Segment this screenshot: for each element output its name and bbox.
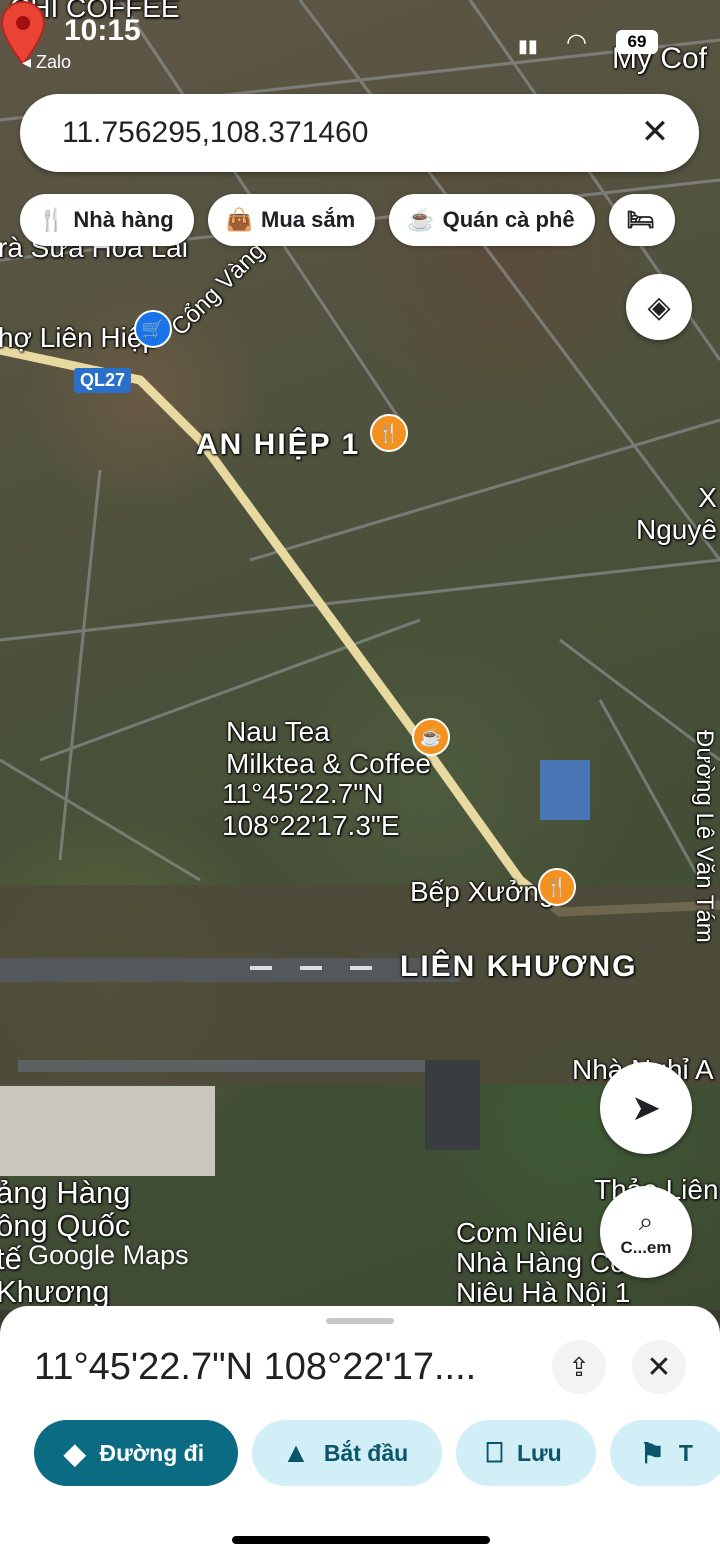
map-label-lien-khuong: LIÊN KHƯƠNG [400, 950, 638, 983]
shopping-bag-icon: 👜 [225, 207, 254, 232]
my-location-button[interactable]: ➤ [600, 1062, 692, 1154]
chip-label: Nhà hàng [73, 207, 174, 232]
flag-label: T [678, 1439, 693, 1466]
camera-search-icon: ⌕ [638, 1206, 654, 1236]
cafe-pin-icon[interactable]: ☕ [412, 718, 450, 756]
lens-label: C...em [620, 1238, 672, 1257]
close-sheet-button[interactable]: ✕ [632, 1340, 686, 1394]
sheet-drag-handle[interactable] [326, 1318, 394, 1324]
close-icon: ✕ [646, 1350, 672, 1384]
restaurant-pin-icon[interactable]: 🍴 [538, 868, 576, 906]
start-label: Bắt đầu [323, 1439, 409, 1466]
battery-indicator: 69 [616, 30, 658, 54]
map-label-le-van-tam: Đường Lê Văn Tám [691, 730, 718, 943]
status-time: 10:15 [64, 14, 141, 47]
place-coordinates-title: 11°45'22.7"N 108°22'17.... [34, 1346, 477, 1388]
flag-button[interactable]: ⚑ T [609, 1420, 720, 1486]
lens-button[interactable]: ⌕ C...em [600, 1186, 692, 1278]
share-icon: ⇪ [568, 1351, 590, 1382]
chip-shopping[interactable]: 👜 Mua sắm [207, 194, 376, 246]
chip-hotels[interactable]: 🛏 [608, 194, 675, 246]
shopping-cart-icon[interactable]: 🛒 [134, 310, 172, 348]
flag-icon: ⚑ [639, 1437, 665, 1469]
map-label-an-hiep: AN HIỆP 1 [196, 428, 361, 461]
map-label-nau-tea[interactable]: Nau Tea Milktea & Coffee [226, 716, 431, 780]
layers-icon: ◈ [647, 290, 671, 324]
back-to-app-link[interactable]: ◂ Zalo [22, 52, 71, 73]
navigation-arrow-icon: ➤ [630, 1087, 662, 1128]
bed-icon: 🛏 [626, 207, 655, 232]
status-bar: 10:15 ◂ Zalo ▮▮ ◠ 69 [0, 0, 720, 80]
pin-longitude-label: 108°22'17.3"E [222, 810, 400, 841]
chip-restaurants[interactable]: 🍴 Nhà hàng [20, 194, 194, 246]
directions-button[interactable]: ◆ Đường đi [34, 1420, 239, 1486]
start-button[interactable]: ▲ Bắt đầu [252, 1420, 443, 1486]
chip-label: Mua sắm [261, 207, 356, 232]
navigation-arrow-icon: ▲ [282, 1437, 310, 1468]
highway-shield: QL27 [74, 368, 132, 393]
chip-coffee[interactable]: ☕ Quán cà phê [389, 194, 595, 246]
coffee-cup-icon: ☕ [407, 207, 435, 232]
chip-label: Quán cà phê [442, 207, 575, 232]
share-button[interactable]: ⇪ [552, 1340, 606, 1394]
google-maps-watermark: Google Maps [28, 1240, 189, 1270]
wifi-icon: ◠ [566, 29, 587, 56]
home-indicator[interactable] [232, 1536, 490, 1544]
directions-icon: ◆ [64, 1437, 86, 1469]
place-bottom-sheet[interactable]: 11°45'22.7"N 108°22'17.... ⇪ ✕ ◆ Đường đ… [0, 1306, 720, 1557]
search-query[interactable]: 11.756295,108.371460 [62, 116, 368, 150]
signal-icon: ▮▮ [518, 36, 538, 56]
pin-latitude-label: 11°45'22.7"N [222, 778, 384, 809]
category-chips: 🍴 Nhà hàng 👜 Mua sắm ☕ Quán cà phê 🛏 [20, 194, 675, 246]
map-label-nguyen: X Nguyê [636, 482, 717, 545]
save-label: Lưu [516, 1439, 562, 1466]
restaurant-pin-icon[interactable]: 🍴 [370, 414, 408, 452]
action-buttons: ◆ Đường đi ▲ Bắt đầu ⎕ Lưu ⚑ T [34, 1420, 720, 1486]
search-bar[interactable]: 11.756295,108.371460 ✕ [20, 94, 699, 172]
fork-knife-icon: 🍴 [38, 207, 66, 232]
map-label-bep-xuong[interactable]: Bếp Xưởng [410, 876, 555, 908]
save-button[interactable]: ⎕ Lưu [456, 1420, 596, 1486]
close-icon[interactable]: ✕ [635, 112, 675, 152]
bookmark-icon: ⎕ [486, 1436, 503, 1468]
directions-label: Đường đi [99, 1439, 205, 1466]
layers-button[interactable]: ◈ [626, 274, 692, 340]
